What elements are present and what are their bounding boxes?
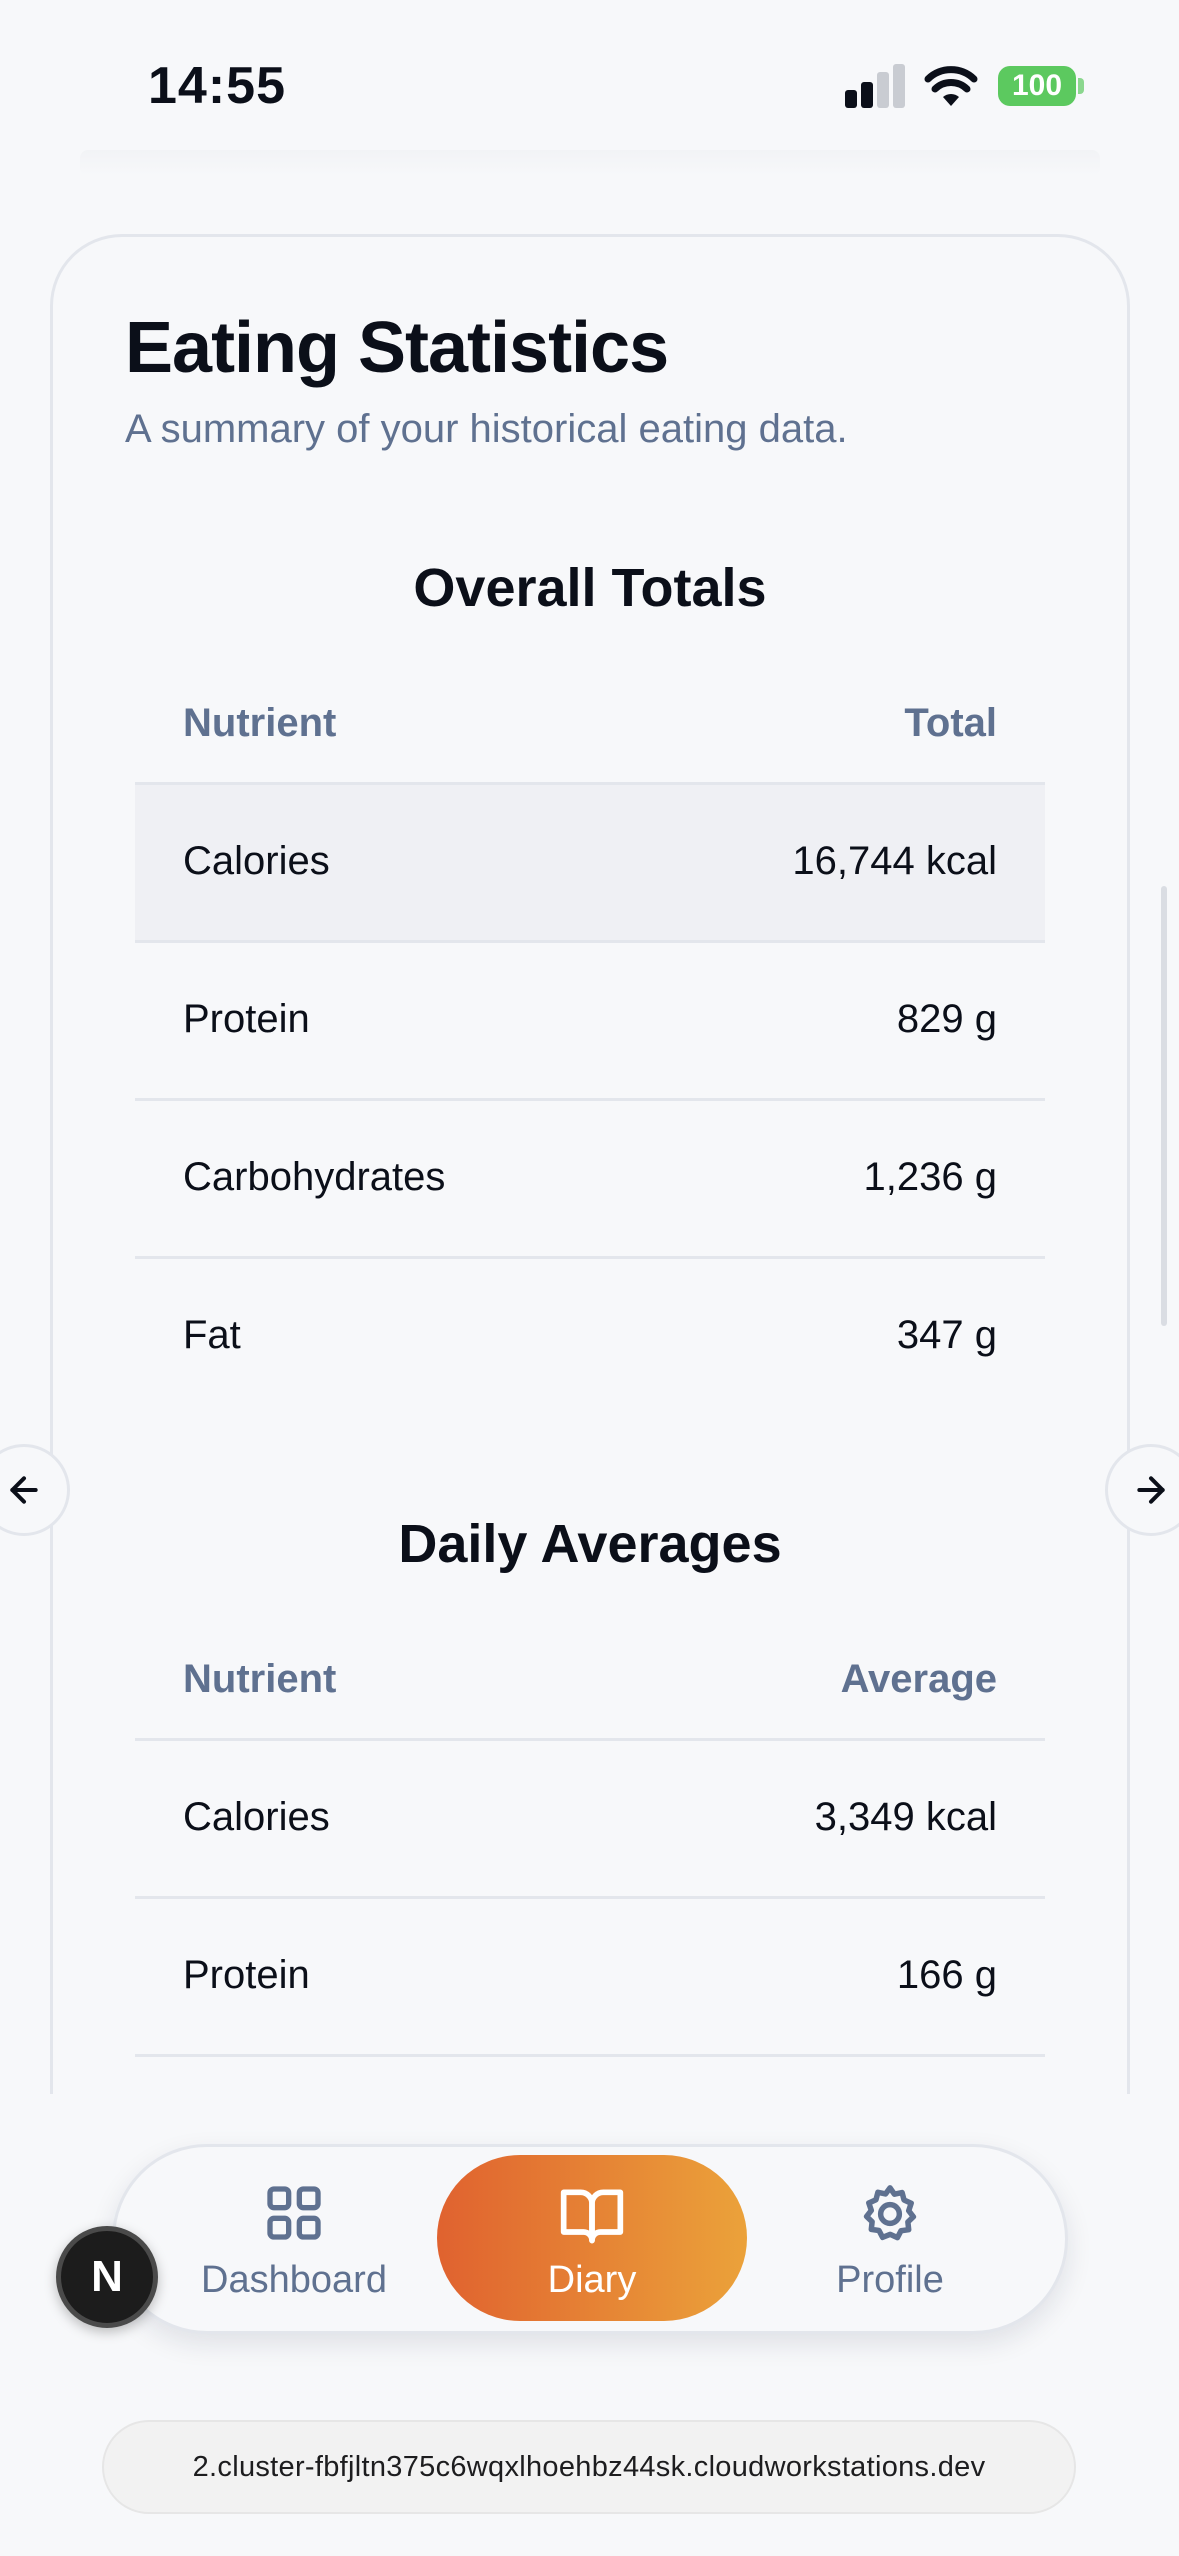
row-nutrient: Carbohydrates (183, 1155, 446, 1199)
status-time: 14:55 (148, 57, 286, 115)
column-header-average: Average (840, 1657, 997, 1701)
table-row[interactable]: Calories 16,744 kcal (135, 785, 1045, 943)
nav-dashboard[interactable]: Dashboard (139, 2147, 449, 2331)
table-row[interactable]: Protein 166 g (135, 1899, 1045, 2057)
arrow-left-icon (10, 1476, 38, 1504)
overall-totals-title: Overall Totals (413, 558, 767, 618)
daily-averages-title: Daily Averages (398, 1514, 782, 1574)
nav-profile-label: Profile (836, 2259, 944, 2301)
row-value: 829 g (896, 997, 997, 1041)
url-bar[interactable]: 2.cluster-fbfjltn375c6wqxlhoehbz44sk.clo… (102, 2420, 1076, 2514)
scrollbar[interactable] (1161, 886, 1167, 1326)
table-row[interactable]: Fat 347 g (135, 1259, 1045, 1417)
row-value: 1,236 g (863, 1155, 997, 1199)
arrow-right-icon (1137, 1476, 1165, 1504)
status-bar: 14:55 100 (0, 0, 1179, 170)
daily-averages-table: Nutrient Average Calories 3,349 kcal Pro… (135, 1621, 1045, 2057)
battery-indicator: 100 (998, 66, 1076, 106)
table-row[interactable]: Calories 3,349 kcal (135, 1741, 1045, 1899)
page: 14:55 100 Eating Statistics A summary of… (0, 0, 1179, 2556)
header-divider (80, 150, 1100, 176)
statistics-card: Eating Statistics A summary of your hist… (50, 234, 1130, 2134)
table-row[interactable]: Protein 829 g (135, 943, 1045, 1101)
wifi-icon (924, 66, 978, 106)
row-nutrient: Protein (183, 997, 310, 1041)
page-title: Eating Statistics (125, 308, 669, 388)
row-nutrient: Calories (183, 1795, 330, 1839)
page-subtitle: A summary of your historical eating data… (125, 407, 848, 451)
nav-profile[interactable]: Profile (735, 2147, 1045, 2331)
row-nutrient: Fat (183, 1313, 241, 1357)
row-value: 166 g (896, 1953, 997, 1997)
overall-totals-table: Nutrient Total Calories 16,744 kcal Prot… (135, 665, 1045, 1417)
nav-diary[interactable]: Diary (437, 2155, 747, 2321)
bottom-navigation: Dashboard Diary Profile (112, 2144, 1068, 2334)
dev-tools-badge[interactable]: N (56, 2226, 158, 2328)
row-nutrient: Protein (183, 1953, 310, 1997)
table-header: Nutrient Total (135, 665, 1045, 785)
nav-dashboard-label: Dashboard (201, 2259, 387, 2301)
column-header-nutrient: Nutrient (183, 701, 337, 745)
row-nutrient: Calories (183, 839, 330, 883)
table-row[interactable]: Carbohydrates 1,236 g (135, 1101, 1045, 1259)
row-value: 3,349 kcal (814, 1795, 997, 1839)
gear-icon (863, 2185, 917, 2241)
battery-tip (1078, 78, 1084, 94)
grid-icon (267, 2186, 321, 2240)
row-value: 16,744 kcal (792, 839, 997, 883)
nav-diary-label: Diary (547, 2259, 637, 2301)
column-header-nutrient: Nutrient (183, 1657, 337, 1701)
table-header: Nutrient Average (135, 1621, 1045, 1741)
cellular-signal-icon (845, 64, 905, 108)
row-value: 347 g (896, 1313, 997, 1357)
column-header-total: Total (904, 701, 997, 745)
book-icon (560, 2189, 624, 2244)
